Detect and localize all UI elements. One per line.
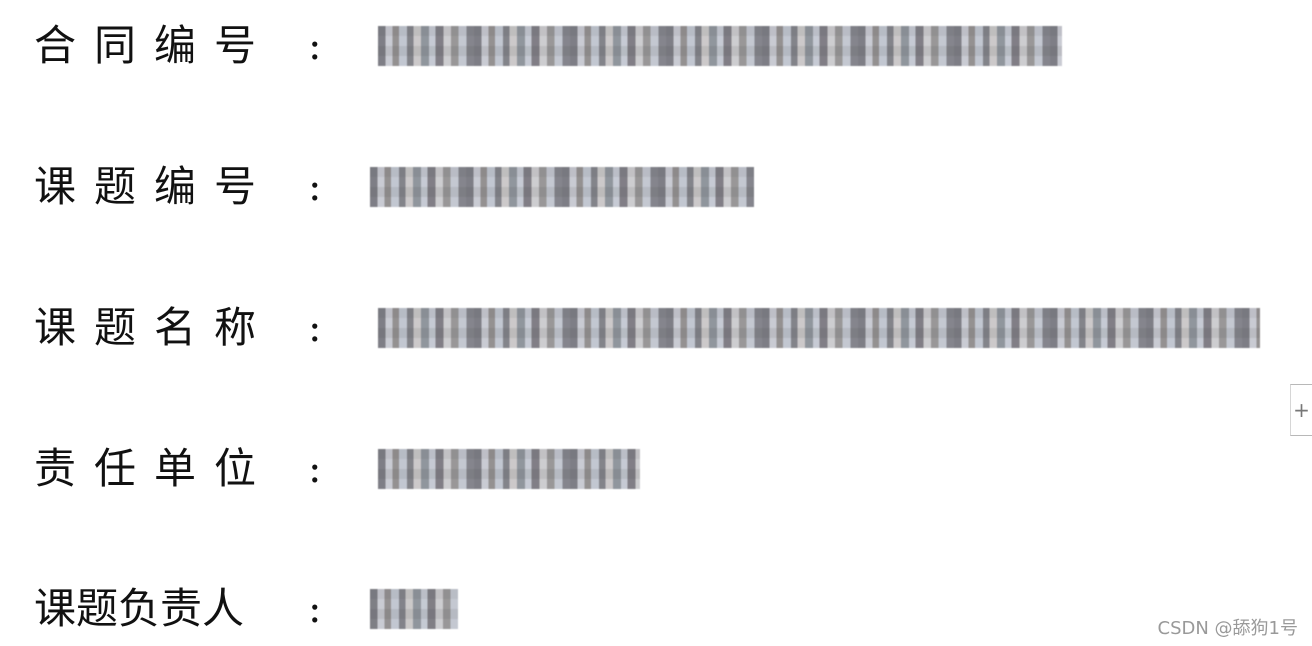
document-page: 合同编号 : 课题编号 : 课题名称 : 责任单位 : 课题负责人 : [0, 0, 1290, 646]
field-colon: : [308, 446, 322, 492]
field-project-number: 课题编号 : [0, 157, 1290, 217]
field-project-leader: 课题负责人 : [0, 579, 1290, 639]
field-colon: : [308, 164, 322, 210]
redacted-value [378, 308, 1260, 348]
field-label: 课题名称 [34, 303, 275, 352]
redacted-value [370, 589, 458, 629]
field-responsible-unit: 责任单位 : [0, 439, 1290, 499]
expand-handle[interactable]: + [1290, 384, 1312, 436]
redacted-value [378, 26, 1062, 66]
watermark: CSDN @舔狗1号 [1157, 618, 1299, 639]
field-label: 课题编号 [34, 162, 275, 211]
field-label: 责任单位 [34, 444, 275, 493]
field-project-name: 课题名称 : [0, 298, 1290, 358]
field-label: 课题负责人 [34, 584, 245, 633]
field-contract-number: 合同编号 : [0, 16, 1290, 76]
field-colon: : [308, 23, 322, 69]
field-colon: : [308, 586, 322, 632]
redacted-value [378, 449, 640, 489]
field-colon: : [308, 305, 322, 351]
plus-icon: + [1293, 398, 1310, 422]
redacted-value [370, 167, 754, 207]
field-label: 合同编号 [34, 21, 275, 70]
